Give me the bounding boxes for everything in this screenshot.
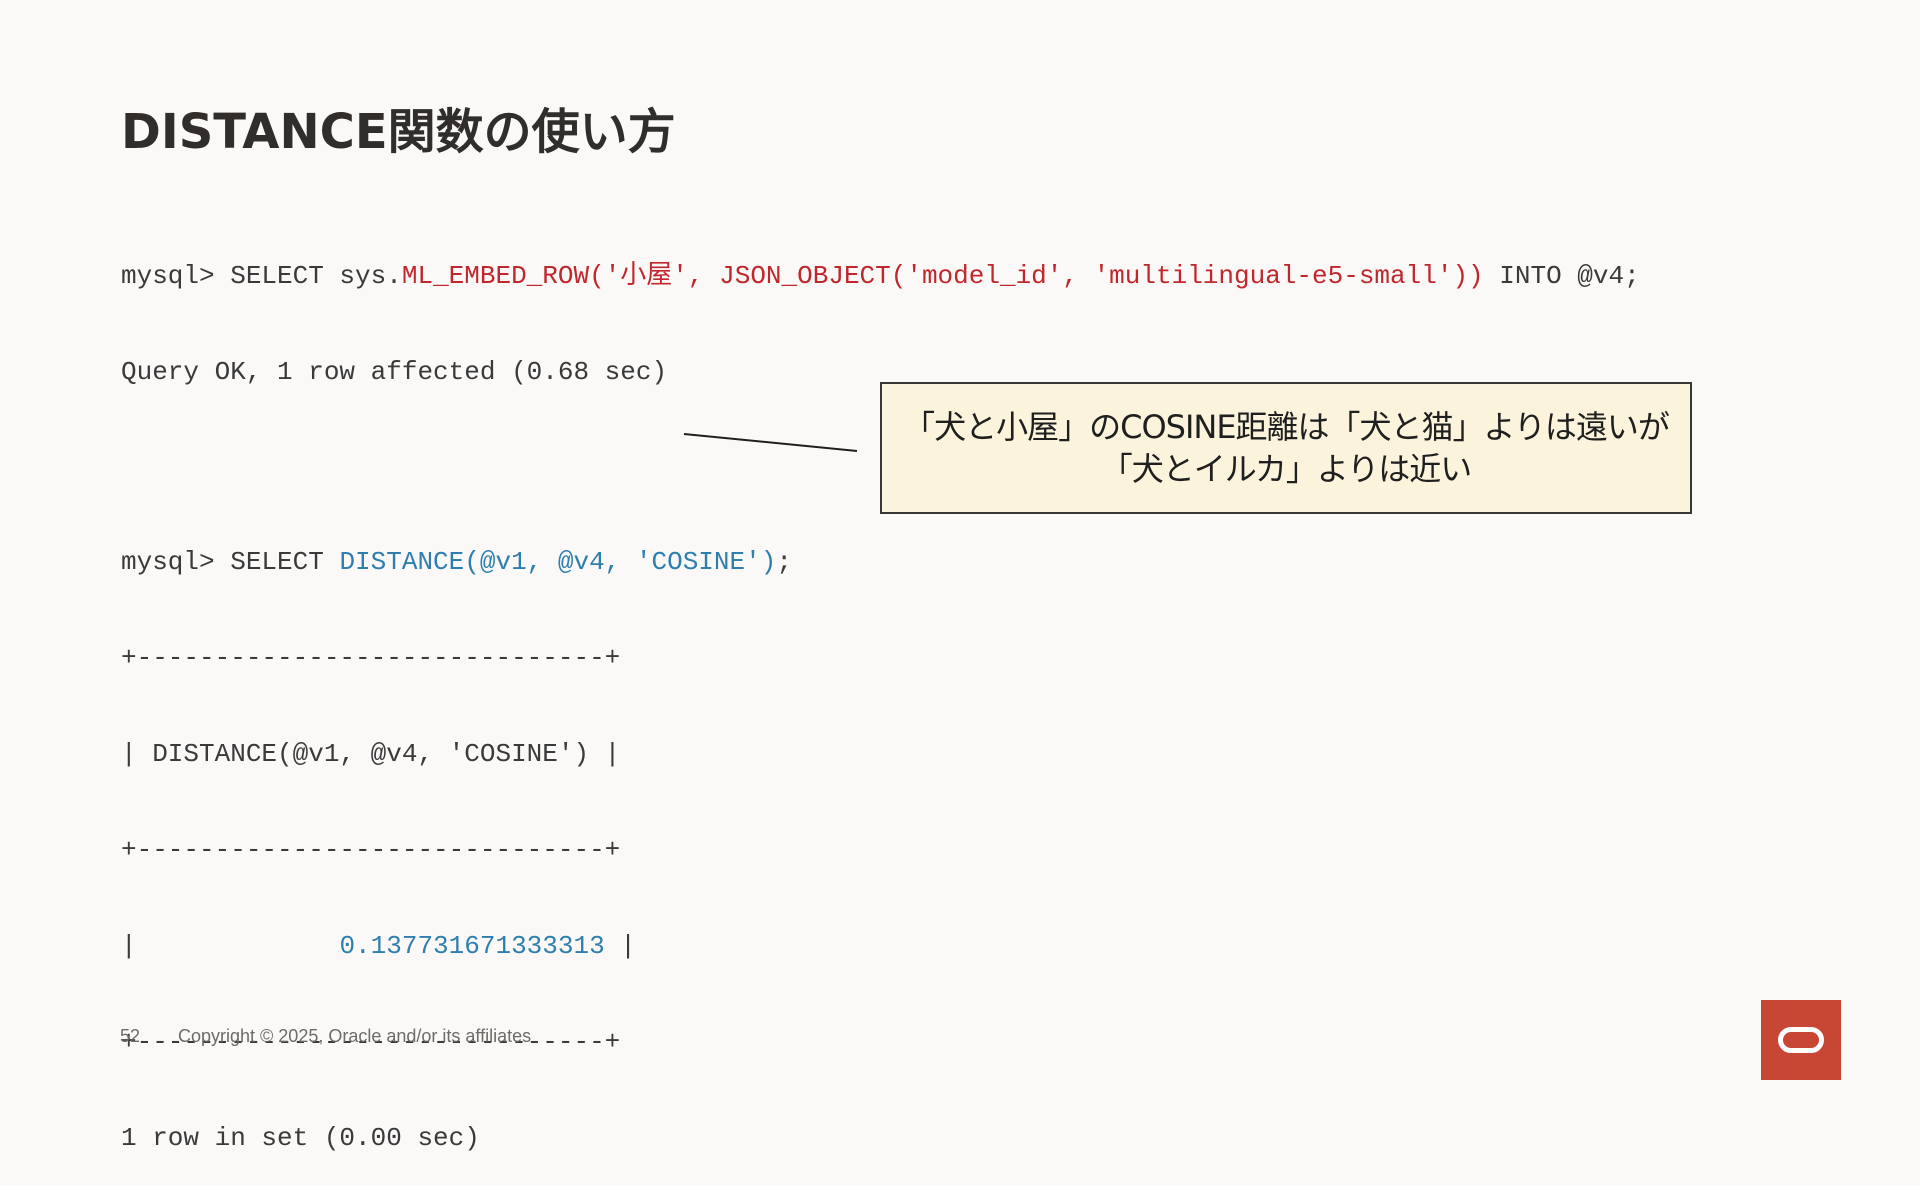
callout-box: 「犬と小屋」のCOSINE距離は「犬と猫」よりは遠いが 「犬とイルカ」よりは近い bbox=[880, 382, 1692, 514]
result-table-header: | DISTANCE(@v1, @v4, 'COSINE') | bbox=[121, 739, 621, 769]
slide-title: DISTANCE関数の使い方 bbox=[121, 104, 676, 160]
callout-line-1: 「犬と小屋」のCOSINE距離は「犬と猫」よりは遠いが bbox=[903, 408, 1670, 446]
code-prompt: mysql> SELECT sys. bbox=[121, 261, 402, 291]
code-semicolon: ; bbox=[776, 547, 792, 577]
callout-line-2: 「犬とイルカ」よりは近い bbox=[1100, 450, 1472, 488]
result-row-start: | bbox=[121, 931, 340, 961]
result-table-border-top: +------------------------------+ bbox=[121, 643, 621, 673]
code-function-distance: DISTANCE(@v1, @v4, 'COSINE') bbox=[339, 547, 777, 577]
code-line-distance: mysql> SELECT DISTANCE(@v1, @v4, 'COSINE… bbox=[121, 546, 1640, 578]
copyright-text: Copyright © 2025, Oracle and/or its affi… bbox=[178, 1026, 532, 1046]
code-prompt: mysql> SELECT bbox=[121, 547, 340, 577]
result-table-row: | 0.137731671333313 | bbox=[121, 930, 1640, 962]
page-number: 52 bbox=[120, 1026, 141, 1046]
code-line-embed: mysql> SELECT sys.ML_EMBED_ROW('小屋', JSO… bbox=[121, 260, 1640, 292]
code-into-clause: INTO @v4; bbox=[1483, 261, 1640, 291]
code-string-literal: '小屋', bbox=[604, 261, 704, 291]
oracle-logo-ring bbox=[1778, 1027, 1824, 1053]
result-value: 0.137731671333313 bbox=[339, 931, 605, 961]
oracle-logo-icon bbox=[1761, 1000, 1841, 1080]
code-function-ml-embed-row: ML_EMBED_ROW( bbox=[401, 261, 605, 291]
code-line-rows-in-set: 1 row in set (0.00 sec) bbox=[121, 1123, 480, 1153]
result-table-border-mid: +------------------------------+ bbox=[121, 835, 621, 865]
result-row-end: | bbox=[604, 931, 636, 961]
code-json-object: JSON_OBJECT('model_id', 'multilingual-e5… bbox=[703, 261, 1484, 291]
